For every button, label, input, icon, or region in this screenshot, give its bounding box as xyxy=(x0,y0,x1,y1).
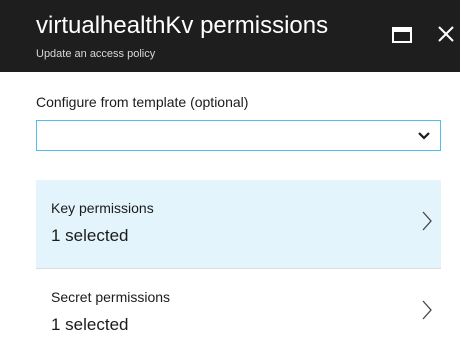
template-label: Configure from template (optional) xyxy=(36,94,249,110)
key-permissions-row[interactable]: Key permissions 1 selected xyxy=(36,180,441,268)
close-button[interactable] xyxy=(434,22,458,46)
secret-permissions-value: 1 selected xyxy=(51,315,129,334)
maximize-icon xyxy=(392,27,412,43)
close-icon xyxy=(438,26,454,42)
key-permissions-value: 1 selected xyxy=(51,226,129,245)
secret-permissions-label: Secret permissions xyxy=(51,289,171,305)
chevron-right-icon xyxy=(421,298,433,322)
key-permissions-label: Key permissions xyxy=(51,200,154,216)
secret-permissions-row[interactable]: Secret permissions 1 selected xyxy=(36,268,441,356)
maximize-button[interactable] xyxy=(390,22,414,46)
template-dropdown[interactable] xyxy=(36,120,441,151)
chevron-right-icon xyxy=(421,209,433,233)
blade-subtitle: Update an access policy xyxy=(36,48,156,60)
blade-title: virtualhealthKv permissions xyxy=(36,12,329,39)
chevron-down-icon xyxy=(418,131,430,141)
blade-header: virtualhealthKv permissions Update an ac… xyxy=(0,0,460,72)
